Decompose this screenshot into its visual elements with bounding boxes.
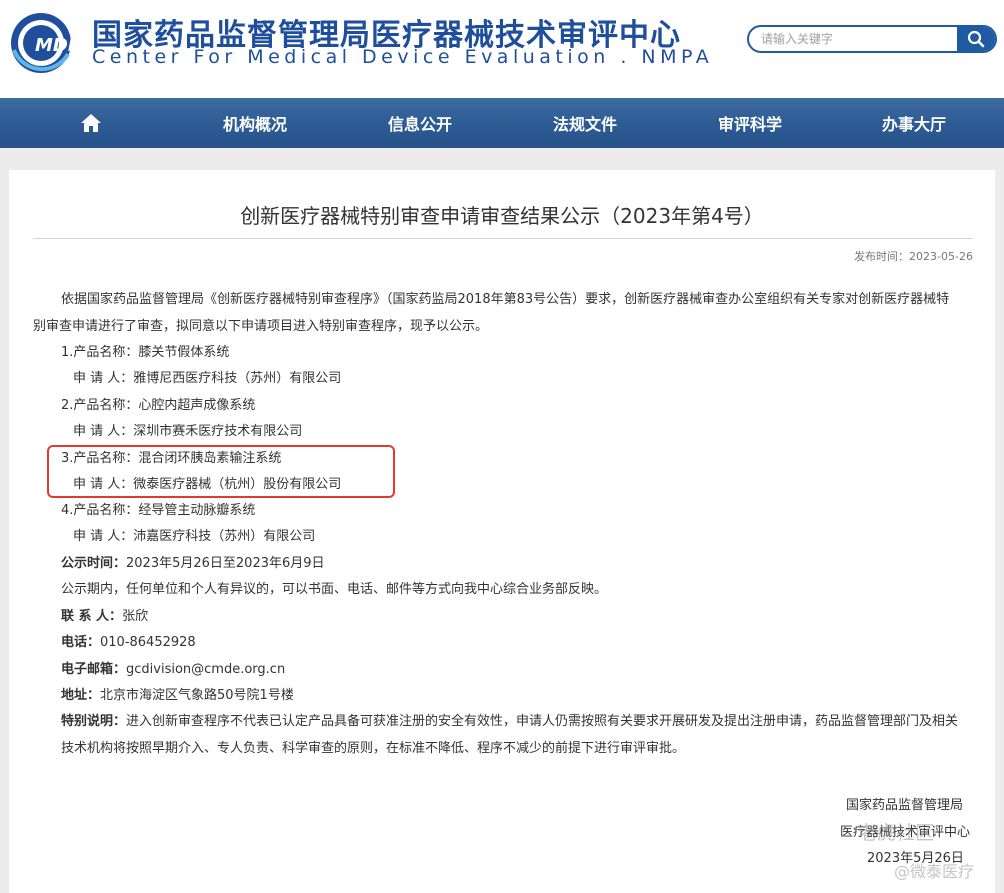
email-label: 电子邮箱： bbox=[61, 662, 127, 677]
note-text-1: 进入创新审查程序不代表已认定产品具备可获准注册的安全有效性，申请人仍需按照有关要… bbox=[126, 714, 959, 729]
address-label: 地址： bbox=[61, 688, 101, 703]
nav-item-service[interactable]: 办事大厅 bbox=[874, 98, 954, 148]
contact-address: 地址：北京市海淀区气象路50号院1号楼 bbox=[61, 686, 294, 706]
special-note-line-1: 特别说明：进入创新审查程序不代表已认定产品具备可获准注册的安全有效性，申请人仍需… bbox=[61, 712, 958, 732]
contact-label: 联 系 人： bbox=[61, 609, 123, 624]
nav-item-about[interactable]: 机构概况 bbox=[215, 98, 295, 148]
publicity-period-value: 2023年5月26日至2023年6月9日 bbox=[126, 556, 325, 571]
contact-value: 张欣 bbox=[122, 609, 149, 624]
publicity-period: 公示时间：2023年5月26日至2023年6月9日 bbox=[61, 554, 325, 574]
home-icon bbox=[81, 114, 101, 132]
signature-org-1: 国家药品监督管理局 bbox=[846, 798, 964, 813]
search-box bbox=[747, 25, 997, 53]
email-value: gcdivision@cmde.org.cn bbox=[126, 662, 286, 677]
search-button[interactable] bbox=[957, 27, 995, 51]
publicity-period-label: 公示时间： bbox=[61, 556, 127, 571]
product-name-2: 2.产品名称：心腔内超声成像系统 bbox=[61, 398, 256, 413]
main-nav: 机构概况 信息公开 法规文件 审评科学 办事大厅 bbox=[0, 98, 1004, 148]
special-note-line-2: 技术机构将按照早期介入、专人负责、科学审查的原则，在标准不降低、程序不减少的前提… bbox=[61, 741, 686, 756]
product-applicant-1: 申 请 人：雅博尼西医疗科技（苏州）有限公司 bbox=[73, 371, 342, 386]
logo-text: MDE bbox=[35, 35, 81, 56]
contact-person: 联 系 人：张欣 bbox=[61, 607, 148, 627]
objection-note: 公示期内，任何单位和个人有异议的，可以书面、电话、邮件等方式向我中心综合业务部反… bbox=[61, 582, 608, 597]
search-input[interactable] bbox=[749, 27, 955, 51]
watermark-community: 老虎社区 bbox=[858, 822, 935, 844]
phone-value: 010-86452928 bbox=[100, 635, 196, 650]
nav-item-regulations[interactable]: 法规文件 bbox=[545, 98, 625, 148]
site-title-en: Center For Medical Device Evaluation . N… bbox=[92, 46, 714, 68]
watermark-account: @微泰医疗 bbox=[894, 862, 975, 881]
nav-home[interactable] bbox=[70, 98, 112, 148]
nav-item-science[interactable]: 审评科学 bbox=[710, 98, 790, 148]
product-applicant-4: 申 请 人：沛嘉医疗科技（苏州）有限公司 bbox=[73, 529, 316, 544]
intro-line-2: 别审查申请进行了审查，拟同意以下申请项目进入特别审查程序，现予以公示。 bbox=[33, 319, 489, 334]
article-panel: 创新医疗器械特别审查申请审查结果公示（2023年第4号） 发布时间：2023-0… bbox=[9, 170, 995, 893]
highlight-box bbox=[47, 445, 395, 498]
product-name-1: 1.产品名称：膝关节假体系统 bbox=[61, 345, 230, 360]
phone-label: 电话： bbox=[61, 635, 101, 650]
note-label: 特别说明： bbox=[61, 714, 127, 729]
title-divider bbox=[33, 238, 973, 239]
search-icon bbox=[967, 30, 985, 48]
site-header: MDE 国家药品监督管理局医疗器械技术审评中心 Center For Medic… bbox=[0, 0, 1004, 98]
intro-line-1: 依据国家药品监督管理局《创新医疗器械特别审查程序》（国家药监局2018年第83号… bbox=[61, 292, 950, 307]
publish-date: 发布时间：2023-05-26 bbox=[854, 250, 973, 263]
contact-email: 电子邮箱：gcdivision@cmde.org.cn bbox=[61, 660, 285, 680]
product-name-4: 4.产品名称：经导管主动脉瓣系统 bbox=[61, 503, 256, 518]
address-value: 北京市海淀区气象路50号院1号楼 bbox=[100, 688, 294, 703]
article-title: 创新医疗器械特别审查申请审查结果公示（2023年第4号） bbox=[240, 204, 764, 228]
nav-item-info[interactable]: 信息公开 bbox=[380, 98, 460, 148]
product-applicant-2: 申 请 人：深圳市赛禾医疗技术有限公司 bbox=[73, 424, 303, 439]
contact-phone: 电话：010-86452928 bbox=[61, 633, 196, 653]
cmde-logo[interactable]: MDE bbox=[8, 10, 86, 76]
